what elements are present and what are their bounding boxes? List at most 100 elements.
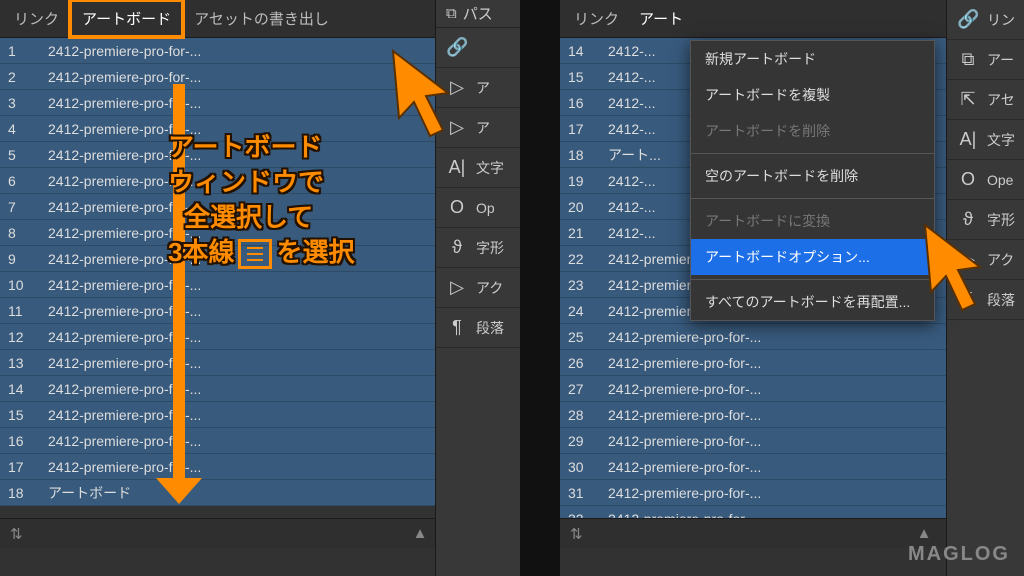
tool-label: ア xyxy=(476,118,490,138)
ctx-new-artboard[interactable]: 新規アートボード xyxy=(691,41,934,77)
annotation-text: アートボード ウィンドウで 全選択して 3本線を選択 xyxy=(168,130,354,270)
tab-artboard-r[interactable]: アート xyxy=(629,2,693,35)
side-tool[interactable]: ▷ アク xyxy=(436,268,520,308)
row-number: 8 xyxy=(8,225,48,241)
row-number: 14 xyxy=(8,381,48,397)
tool-icon: A| xyxy=(957,129,979,150)
side-tool[interactable]: ϑ 字形 xyxy=(436,228,520,268)
row-name: 2412-premiere-pro-for-... xyxy=(608,485,992,501)
row-name: アートボード xyxy=(48,483,488,503)
ctx-duplicate-artboard[interactable]: アートボードを複製 xyxy=(691,77,934,113)
side-tool[interactable]: A|文字 xyxy=(436,148,520,188)
tool-icon: O xyxy=(957,169,979,190)
row-name: 2412-premiere-pro-for-... xyxy=(608,433,992,449)
side-tool[interactable]: O Ope xyxy=(947,160,1024,200)
tool-label: ア xyxy=(476,78,490,98)
tab-link-r[interactable]: リンク xyxy=(564,2,629,35)
tool-label: 段落 xyxy=(476,318,504,338)
tool-label: 文字 xyxy=(987,130,1015,150)
tool-icon: ⧉ xyxy=(957,49,979,70)
row-name: 2412-premiere-pro-for-... xyxy=(608,407,992,423)
ctx-separator xyxy=(691,279,934,280)
row-number: 22 xyxy=(568,251,608,267)
tool-label: アク xyxy=(476,278,503,298)
ctx-convert-to-artboard: アートボードに変換 xyxy=(691,203,934,239)
row-number: 31 xyxy=(568,485,608,501)
ctx-separator xyxy=(691,153,934,154)
row-name: 2412-premiere-pro-for-... xyxy=(48,329,488,345)
tab-asset-export[interactable]: アセットの書き出し xyxy=(184,2,339,35)
side-tool[interactable]: ⧉ アー xyxy=(947,40,1024,80)
row-number: 18 xyxy=(8,485,48,501)
ctx-artboard-options[interactable]: アートボードオプション... xyxy=(691,239,934,275)
reorder-icon-r[interactable]: ⇅ xyxy=(570,525,583,543)
row-number: 16 xyxy=(8,433,48,449)
panel-context-menu: 新規アートボード アートボードを複製 アートボードを削除 空のアートボードを削除… xyxy=(690,40,935,321)
move-up-icon[interactable]: ▲ xyxy=(413,525,428,542)
row-number: 14 xyxy=(568,43,608,59)
row-number: 21 xyxy=(568,225,608,241)
tool-icon: ¶ xyxy=(446,317,468,338)
side-tool[interactable]: ⇱ アセ xyxy=(947,80,1024,120)
row-name: 2412-premiere-pro-for-... xyxy=(608,329,992,345)
watermark: MAGLOG xyxy=(908,543,1010,566)
annotation-cursor-right xyxy=(920,222,994,312)
row-number: 2 xyxy=(8,69,48,85)
row-name: 2412-premiere-pro-for-... xyxy=(48,433,488,449)
top-icon[interactable]: ⧉ パス xyxy=(436,0,520,28)
ctx-separator xyxy=(691,198,934,199)
ctx-rearrange-all[interactable]: すべてのアートボードを再配置... xyxy=(691,284,934,320)
row-name: 2412-premiere-pro-for-... xyxy=(48,303,488,319)
row-number: 5 xyxy=(8,147,48,163)
row-number: 6 xyxy=(8,173,48,189)
tab-artboard[interactable]: アートボード xyxy=(69,0,184,38)
row-number: 29 xyxy=(568,433,608,449)
row-name: 2412-premiere-pro-for-... xyxy=(48,459,488,475)
ctx-delete-artboard: アートボードを削除 xyxy=(691,113,934,149)
row-number: 4 xyxy=(8,121,48,137)
side-tool[interactable]: ¶ 段落 xyxy=(436,308,520,348)
row-name: 2412-premiere-pro-for-... xyxy=(48,407,488,423)
row-number: 20 xyxy=(568,199,608,215)
row-number: 15 xyxy=(8,407,48,423)
ctx-delete-empty[interactable]: 空のアートボードを削除 xyxy=(691,158,934,194)
tool-icon: A| xyxy=(446,157,468,178)
row-number: 32 xyxy=(568,511,608,519)
row-number: 12 xyxy=(8,329,48,345)
row-number: 1 xyxy=(8,43,48,59)
side-tool[interactable]: OOp xyxy=(436,188,520,228)
row-number: 26 xyxy=(568,355,608,371)
tool-label: アー xyxy=(987,50,1014,70)
screenshot-divider xyxy=(520,0,560,576)
tool-label: Ope xyxy=(987,172,1013,188)
tool-label: リン xyxy=(987,10,1015,30)
row-number: 19 xyxy=(568,173,608,189)
tool-icon: ϑ xyxy=(446,237,468,258)
row-name: 2412-premiere-pro-for-... xyxy=(608,459,992,475)
row-number: 10 xyxy=(8,277,48,293)
reorder-icon[interactable]: ⇅ xyxy=(10,525,23,543)
side-tool[interactable]: A| 文字 xyxy=(947,120,1024,160)
row-number: 30 xyxy=(568,459,608,475)
row-name: 2412-premiere-pro-for-... xyxy=(48,381,488,397)
tool-label: 字形 xyxy=(476,238,504,258)
side-tool[interactable]: 🔗 リン xyxy=(947,0,1024,40)
row-name: 2412-premiere-pro-for-... xyxy=(608,381,992,397)
row-number: 13 xyxy=(8,355,48,371)
tool-icon: ⇱ xyxy=(957,89,979,110)
move-up-icon-r[interactable]: ▲ xyxy=(917,525,932,542)
row-number: 7 xyxy=(8,199,48,215)
tool-label: アセ xyxy=(987,90,1015,110)
tool-icon: 🔗 xyxy=(957,9,979,30)
row-number: 27 xyxy=(568,381,608,397)
row-number: 24 xyxy=(568,303,608,319)
tool-icon: ▷ xyxy=(446,277,468,298)
row-name: 2412-premiere-pro-for-... xyxy=(608,511,992,519)
row-name: 2412-premiere-pro-for-... xyxy=(48,355,488,371)
tool-icon: O xyxy=(446,197,468,218)
row-number: 17 xyxy=(8,459,48,475)
tab-link[interactable]: リンク xyxy=(4,2,69,35)
row-number: 16 xyxy=(568,95,608,111)
row-number: 15 xyxy=(568,69,608,85)
row-number: 28 xyxy=(568,407,608,423)
